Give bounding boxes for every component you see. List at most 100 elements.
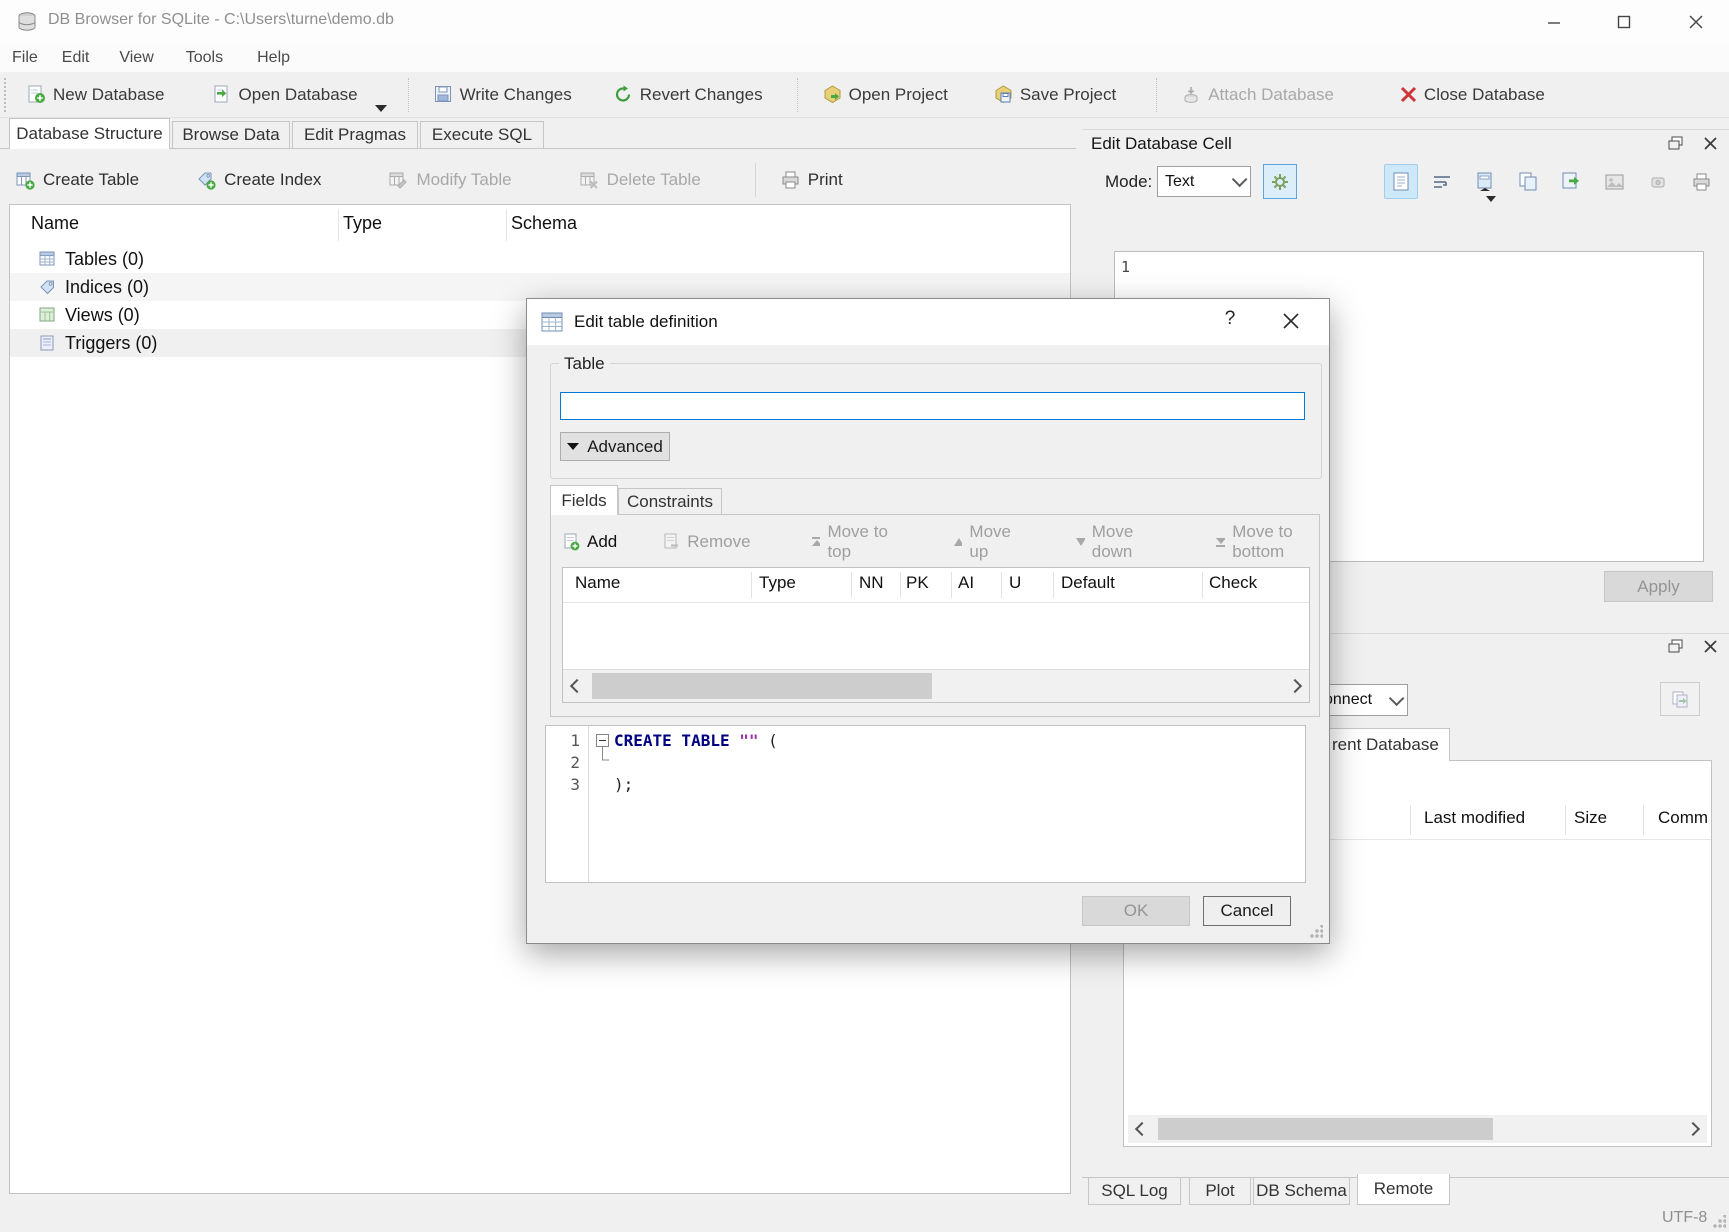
toolbar-handle[interactable] — [4, 78, 11, 112]
tree-row-indices[interactable]: Indices (0) — [10, 273, 1070, 301]
col-default[interactable]: Default — [1061, 573, 1115, 593]
scroll-right-icon[interactable] — [1679, 1115, 1707, 1143]
export-cell-button[interactable] — [1511, 164, 1545, 199]
cancel-button[interactable]: Cancel — [1203, 896, 1291, 926]
remote-panel-close-button[interactable] — [1699, 636, 1721, 656]
tab-execute-sql[interactable]: Execute SQL — [420, 121, 544, 149]
tab-current-database[interactable]: rent Database — [1322, 728, 1450, 761]
tab-sql-log[interactable]: SQL Log — [1088, 1178, 1181, 1205]
sql-line-3: ); — [614, 775, 633, 794]
dropdown-arrow-icon — [375, 105, 387, 112]
header-commit[interactable]: Comm — [1658, 808, 1708, 828]
tab-db-schema[interactable]: DB Schema — [1253, 1178, 1350, 1205]
import-dropdown-arrow[interactable] — [1486, 196, 1496, 202]
minimize-button[interactable] — [1526, 0, 1582, 44]
header-size[interactable]: Size — [1574, 808, 1607, 828]
create-table-button[interactable]: Create Table — [6, 159, 149, 201]
move-to-top-button[interactable]: Move to top — [811, 522, 901, 562]
move-to-top-icon — [811, 536, 821, 548]
advanced-button[interactable]: Advanced — [560, 432, 670, 461]
tab-database-structure[interactable]: Database Structure — [9, 118, 170, 149]
import-cell-button[interactable] — [1468, 164, 1502, 199]
window-resize-grip[interactable] — [1712, 1215, 1726, 1229]
menu-edit[interactable]: Edit — [50, 46, 102, 70]
save-project-button[interactable]: Save Project — [984, 75, 1126, 115]
col-nn[interactable]: NN — [859, 573, 884, 593]
col-name[interactable]: Name — [575, 573, 620, 593]
save-cell-button[interactable] — [1554, 164, 1588, 199]
apply-button[interactable]: Apply — [1604, 571, 1713, 602]
binary-view-button[interactable] — [1641, 164, 1675, 199]
fields-grid-hscrollbar[interactable] — [563, 669, 1309, 702]
open-project-button[interactable]: Open Project — [813, 75, 958, 115]
move-to-bottom-button[interactable]: Move to bottom — [1215, 522, 1329, 562]
attach-database-button[interactable]: Attach Database — [1172, 75, 1344, 115]
tab-edit-pragmas[interactable]: Edit Pragmas — [292, 121, 418, 149]
word-wrap-button[interactable] — [1425, 164, 1459, 199]
move-up-button[interactable]: Move up — [953, 522, 1023, 562]
open-database-button[interactable]: Open Database — [203, 75, 368, 115]
menu-file[interactable]: File — [0, 46, 50, 70]
tab-plot[interactable]: Plot — [1189, 1178, 1251, 1205]
tab-remote[interactable]: Remote — [1357, 1174, 1450, 1205]
revert-changes-icon — [614, 85, 633, 104]
fold-marker-icon[interactable] — [596, 734, 609, 747]
col-pk[interactable]: PK — [906, 573, 929, 593]
open-database-dropdown[interactable] — [368, 72, 394, 118]
header-last-modified[interactable]: Last modified — [1424, 808, 1525, 828]
cell-panel-float-button[interactable] — [1664, 133, 1686, 153]
new-database-button[interactable]: New Database — [17, 75, 175, 115]
print-cell-button[interactable] — [1684, 164, 1718, 199]
col-u[interactable]: U — [1009, 573, 1021, 593]
dialog-close-button[interactable] — [1283, 313, 1299, 329]
tree-header-schema[interactable]: Schema — [511, 213, 577, 234]
dialog-help-button[interactable]: ? — [1215, 308, 1245, 330]
auto-apply-toggle[interactable] — [1263, 164, 1297, 199]
fields-grid-header: Name Type NN PK AI U Default Check — [563, 568, 1309, 603]
dialog-resize-grip[interactable] — [1309, 925, 1323, 939]
scroll-left-icon[interactable] — [563, 670, 591, 702]
col-ai[interactable]: AI — [958, 573, 974, 593]
app-db-icon — [16, 11, 38, 33]
delete-table-button[interactable]: Delete Table — [570, 159, 711, 201]
tree-header-name[interactable]: Name — [31, 213, 79, 234]
close-database-button[interactable]: Close Database — [1390, 75, 1555, 115]
remote-panel-float-button[interactable] — [1664, 636, 1686, 656]
tab-constraints[interactable]: Constraints — [618, 488, 722, 515]
scroll-left-icon[interactable] — [1128, 1115, 1156, 1143]
remote-list-hscrollbar[interactable] — [1128, 1115, 1707, 1143]
menu-tools[interactable]: Tools — [174, 46, 235, 70]
text-mode-button[interactable] — [1384, 164, 1418, 199]
remove-field-button[interactable]: Remove — [663, 532, 750, 552]
cell-panel-close-button[interactable] — [1699, 133, 1721, 153]
col-type[interactable]: Type — [759, 573, 796, 593]
menu-view[interactable]: View — [107, 46, 165, 70]
image-view-button[interactable] — [1597, 164, 1631, 199]
create-index-icon — [197, 171, 216, 190]
tree-header-type[interactable]: Type — [343, 213, 382, 234]
maximize-button[interactable] — [1596, 0, 1652, 44]
menu-help[interactable]: Help — [245, 46, 302, 70]
clone-database-button[interactable] — [1660, 682, 1700, 716]
create-index-button[interactable]: Create Index — [187, 159, 331, 201]
scrollbar-thumb[interactable] — [592, 673, 932, 699]
scroll-right-icon[interactable] — [1281, 670, 1309, 702]
modify-table-button[interactable]: Modify Table — [379, 159, 521, 201]
title-bar: DB Browser for SQLite - C:\Users\turne\d… — [0, 0, 1729, 44]
mode-select[interactable]: Text — [1157, 166, 1251, 197]
tab-browse-data[interactable]: Browse Data — [172, 121, 290, 149]
scrollbar-thumb[interactable] — [1158, 1118, 1493, 1140]
add-field-button[interactable]: Add — [563, 532, 617, 552]
print-button[interactable]: Print — [771, 159, 853, 201]
status-encoding: UTF-8 — [1662, 1209, 1707, 1227]
tree-row-tables[interactable]: Tables (0) — [10, 245, 1070, 273]
write-changes-button[interactable]: Write Changes — [424, 75, 582, 115]
close-button[interactable] — [1668, 0, 1724, 44]
table-name-input[interactable] — [560, 392, 1305, 420]
ok-button[interactable]: OK — [1082, 896, 1190, 926]
tab-fields[interactable]: Fields — [550, 485, 618, 515]
revert-changes-button[interactable]: Revert Changes — [604, 75, 773, 115]
col-check[interactable]: Check — [1209, 573, 1257, 593]
write-changes-icon — [434, 85, 453, 104]
move-down-button[interactable]: Move down — [1075, 522, 1163, 562]
